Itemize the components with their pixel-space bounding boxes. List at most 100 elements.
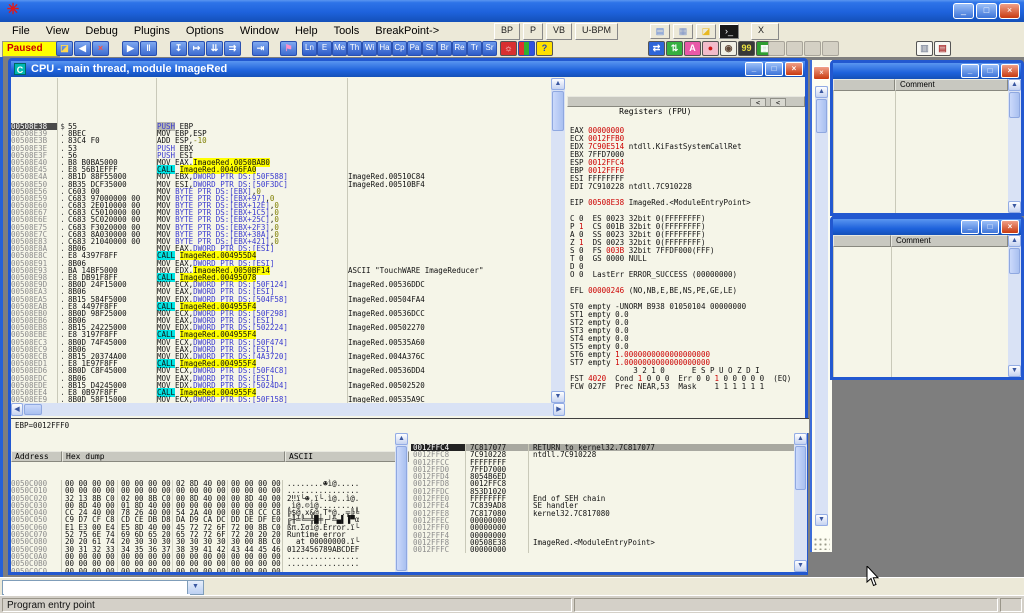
menu-view[interactable]: View: [38, 25, 78, 37]
plugin-button-p[interactable]: P: [523, 23, 543, 40]
disassembly-hscrollbar[interactable]: ◀ ▶: [11, 403, 565, 416]
pane-button-sr[interactable]: Sr: [482, 41, 497, 56]
stack-row[interactable]: 0012FFF800508E38ImageRed.<ModuleEntryPoi…: [411, 539, 794, 546]
pane-button-wi[interactable]: Wi: [362, 41, 377, 56]
notes-icon[interactable]: ▤: [650, 24, 670, 39]
disassembly-vscrollbar[interactable]: ▲ ▼: [551, 78, 565, 403]
stack-vscrollbar[interactable]: ▲ ▼: [794, 433, 807, 572]
disasm-row[interactable]: 00508E9D.8B0D 24F15000MOV ECX,DWORD PTR …: [11, 281, 551, 288]
record-icon[interactable]: ●: [702, 41, 719, 56]
background-window-close-icon[interactable]: ×: [813, 66, 830, 80]
pane-button-tr[interactable]: Tr: [467, 41, 482, 56]
child-close-button[interactable]: ×: [1001, 64, 1019, 78]
disasm-row[interactable]: 00508EB0.8B0D 98F25000MOV ECX,DWORD PTR …: [11, 310, 551, 317]
chevron-down-icon[interactable]: ▼: [187, 581, 203, 594]
close-program-icon[interactable]: ×: [92, 41, 109, 56]
dump-vscrollbar[interactable]: ▲: [395, 433, 408, 572]
menu-plugins[interactable]: Plugins: [126, 25, 178, 37]
pane-button-ln[interactable]: Ln: [302, 41, 317, 56]
disasm-row[interactable]: 00508E8C.E8 4397F8FFCALL ImageRed.004955…: [11, 252, 551, 259]
disasm-row[interactable]: 00508E3B.83C4 F0ADD ESP,-10: [11, 137, 551, 144]
stack-row[interactable]: 0012FFEC00000000: [411, 517, 794, 524]
stack-row[interactable]: 0012FFD48054B6ED: [411, 473, 794, 480]
register-line[interactable]: EIP 00508E38 ImageRed.<ModuleEntryPoint>: [570, 199, 805, 207]
trace-mark-icon[interactable]: ⚑: [280, 41, 297, 56]
stack-row[interactable]: 0012FFD80012FFC8: [411, 480, 794, 487]
digits-icon[interactable]: 99: [738, 41, 755, 56]
dump-row[interactable]: 0050C0C000 00 00 0000 00 00 0000 00 00 0…: [11, 568, 409, 572]
stack-row[interactable]: 0012FFC87C910228ntdll.7C910228: [411, 451, 794, 458]
pane-button-e[interactable]: E: [317, 41, 332, 56]
run-icon[interactable]: ▶: [122, 41, 139, 56]
analyze-a-icon[interactable]: A: [684, 41, 701, 56]
appearance-gear-icon[interactable]: ☼: [500, 41, 517, 56]
background-window-scrollbar[interactable]: ▲ ▼: [815, 86, 828, 526]
titlebar[interactable]: ✳ _□×: [0, 0, 1024, 22]
command-input[interactable]: [4, 582, 190, 595]
disasm-row[interactable]: 00508EC3.8B0D 74F45000MOV ECX,DWORD PTR …: [11, 339, 551, 346]
menu-file[interactable]: File: [4, 25, 38, 37]
colors-icon[interactable]: [518, 41, 535, 56]
comment-window-top-scrollbar[interactable]: ▲ ▼: [1008, 79, 1021, 213]
cpu-close-button[interactable]: ×: [785, 62, 803, 76]
child-restore-button[interactable]: □: [981, 220, 999, 234]
stack-row[interactable]: 0012FFC47C817077RETURN to kernel32.7C817…: [411, 444, 794, 451]
register-line[interactable]: O 0 LastErr ERROR_SUCCESS (00000000): [570, 271, 805, 279]
stack-row[interactable]: 0012FFE0FFFFFFFFEnd of SEH chain: [411, 495, 794, 502]
calculator-icon[interactable]: ▦: [673, 24, 693, 39]
spiral-icon[interactable]: ◉: [720, 41, 737, 56]
comment-window-top-titlebar[interactable]: _□×: [833, 63, 1021, 79]
open-icon[interactable]: ◪: [56, 41, 73, 56]
child-minimize-button[interactable]: _: [961, 64, 979, 78]
sync-icon[interactable]: ⇄: [648, 41, 665, 56]
comment-window-bottom-scrollbar[interactable]: ▲ ▼: [1008, 235, 1021, 377]
dump-header-ascii[interactable]: ASCII: [285, 451, 409, 462]
register-line[interactable]: EDI 7C910228 ntdll.7C910228: [570, 183, 805, 191]
menu-breakpoint[interactable]: BreakPoint->: [367, 25, 447, 37]
column-header-comment[interactable]: Comment: [895, 79, 1008, 91]
plugin-button-bp[interactable]: BP: [494, 23, 520, 40]
minimize-button[interactable]: _: [953, 3, 974, 19]
stack-row[interactable]: 0012FFF000000000: [411, 524, 794, 531]
stack-row[interactable]: 0012FFCCFFFFFFFF: [411, 459, 794, 466]
column-header-blank[interactable]: [833, 79, 895, 91]
disasm-row[interactable]: 00508ED6.8B0D C8F45000MOV ECX,DWORD PTR …: [11, 367, 551, 374]
help-icon[interactable]: ?: [536, 41, 553, 56]
pane-button-cp[interactable]: Cp: [392, 41, 407, 56]
disasm-row[interactable]: 00508EE9.8B0D 58F15000MOV ECX,DWORD PTR …: [11, 396, 551, 403]
restart-icon[interactable]: ◀: [74, 41, 91, 56]
plugin-button-vb[interactable]: VB: [546, 23, 572, 40]
comment-window-top-body[interactable]: [833, 91, 1008, 213]
cpu-window-titlebar[interactable]: C CPU - main thread, module ImageRed _□×: [11, 61, 805, 77]
cpu-minimize-button[interactable]: _: [745, 62, 763, 76]
column-header-blank[interactable]: [833, 235, 891, 247]
dump-header-hex[interactable]: Hex dump: [62, 451, 285, 462]
folder-icon[interactable]: ◪: [696, 24, 716, 39]
step-over-icon[interactable]: ↦: [188, 41, 205, 56]
pane-button-me[interactable]: Me: [332, 41, 347, 56]
register-line[interactable]: T 0 GS 0000 NULL: [570, 255, 805, 263]
close-button[interactable]: ×: [999, 3, 1020, 19]
pane-button-st[interactable]: St: [422, 41, 437, 56]
pane-button-re[interactable]: Re: [452, 41, 467, 56]
command-combobox[interactable]: ▼: [2, 580, 204, 595]
menu-options[interactable]: Options: [178, 25, 232, 37]
menu-tools[interactable]: Tools: [326, 25, 368, 37]
menu-debug[interactable]: Debug: [77, 25, 125, 37]
child-restore-button[interactable]: □: [981, 64, 999, 78]
plugin-close-button[interactable]: X: [751, 23, 779, 40]
pane-button-th[interactable]: Th: [347, 41, 362, 56]
resize-grip[interactable]: [814, 538, 830, 550]
stack-row[interactable]: 0012FFE87C817080kernel32.7C817080: [411, 510, 794, 517]
updown-icon[interactable]: ⇅: [666, 41, 683, 56]
stack-row[interactable]: 0012FFD07FFD7000: [411, 466, 794, 473]
stack-row[interactable]: 0012FFFC00000000: [411, 546, 794, 553]
layout-right-icon[interactable]: ▤: [934, 41, 951, 56]
animate-into-icon[interactable]: ⇊: [206, 41, 223, 56]
dump-header-address[interactable]: Address: [11, 451, 62, 462]
child-minimize-button[interactable]: _: [961, 220, 979, 234]
plugin-button-u-bpm[interactable]: U-BPM: [575, 23, 618, 40]
comment-window-bottom-body[interactable]: [833, 247, 1008, 377]
console-icon[interactable]: ›_: [719, 24, 739, 39]
layout-left-icon[interactable]: ▥: [916, 41, 933, 56]
